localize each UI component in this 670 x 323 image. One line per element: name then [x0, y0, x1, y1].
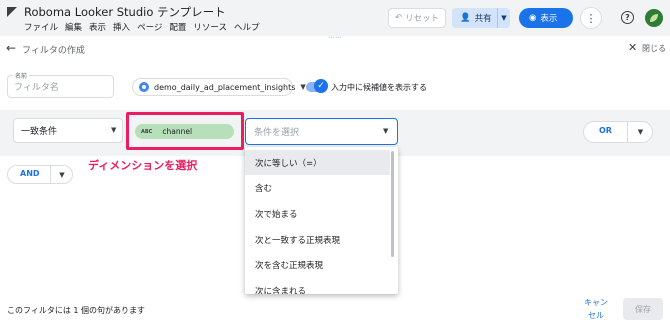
chevron-down-icon: ▼	[501, 14, 507, 22]
operator-placeholder: 条件を選択	[254, 128, 300, 138]
chevron-down-icon: ▼	[59, 170, 65, 179]
cancel-button[interactable]: キャンセル	[583, 296, 609, 322]
list-item[interactable]: 次と一致する正規表現	[245, 227, 390, 252]
operator-dropdown: 次に等しい（=） 含む 次で始まる 次と一致する正規表現 次を含む正規表現 次に…	[245, 147, 398, 294]
chevron-down-icon: ▼	[637, 128, 644, 136]
report-title[interactable]: Roboma Looker Studio テンプレート	[24, 4, 226, 20]
chevron-down-icon: ▼	[111, 126, 117, 134]
list-item[interactable]: 次を含む正規表現	[245, 252, 390, 277]
menu-arrange[interactable]: 配置	[169, 21, 186, 33]
list-item[interactable]: 次で始まる	[245, 201, 390, 226]
chevron-down-icon: ▼	[383, 127, 389, 135]
suggestions-toggle-label: 入力中に候補値を表示する	[331, 83, 427, 92]
more-options-button[interactable]: ⋮	[580, 7, 602, 29]
dropdown-scrollbar[interactable]	[391, 151, 394, 257]
close-icon[interactable]: ✕	[628, 41, 637, 54]
help-icon[interactable]: ?	[621, 11, 634, 24]
or-label[interactable]: OR	[599, 126, 612, 135]
panel-title: フィルタの作成	[22, 46, 85, 56]
highlight-annotation-box	[126, 112, 244, 150]
add-person-icon: 👤	[460, 13, 471, 23]
filter-name-label: 名前	[13, 71, 30, 80]
list-item[interactable]: 次に含まれる	[245, 278, 390, 295]
match-type-select[interactable]: 一致条件	[13, 118, 123, 143]
undo-icon: ↶	[395, 13, 403, 23]
save-button[interactable]: 保存	[623, 298, 663, 320]
data-source-icon	[139, 82, 149, 92]
toggle-check-icon[interactable]: ✓	[314, 79, 328, 93]
data-source-name: demo_daily_ad_placement_insights	[154, 82, 296, 92]
list-item[interactable]: 含む	[245, 175, 390, 200]
share-menu-button[interactable]: ▼	[497, 8, 510, 28]
reset-button[interactable]: ↶ リセット	[388, 8, 446, 28]
looker-studio-logo-icon	[7, 7, 17, 17]
view-label: 表示	[540, 14, 558, 24]
clause-count: このフィルタには 1 個の句があります	[7, 306, 146, 315]
reset-label: リセット	[405, 14, 440, 24]
eye-icon: ◉	[529, 13, 537, 23]
avatar[interactable]	[645, 9, 663, 27]
or-menu-button[interactable]: ▼	[627, 121, 653, 143]
more-vert-icon: ⋮	[585, 11, 597, 25]
and-menu-button[interactable]: ▼	[50, 165, 73, 184]
close-button[interactable]: 閉じる	[642, 43, 666, 54]
chevron-down-icon: ▼	[300, 83, 306, 91]
annotation-text: ディメンションを選択	[88, 159, 198, 172]
list-item[interactable]: 次に等しい（=）	[245, 150, 390, 175]
drag-handle[interactable]: ⋯⋯	[328, 34, 342, 41]
and-label[interactable]: AND	[20, 169, 40, 178]
filter-name-placeholder: フィルタ名	[14, 83, 59, 93]
view-button[interactable]: ◉ 表示	[519, 8, 573, 28]
menu-view[interactable]: 表示	[89, 21, 106, 33]
menu-help[interactable]: ヘルプ	[234, 21, 260, 33]
data-source-selector[interactable]: demo_daily_ad_placement_insights ▼	[132, 78, 306, 96]
match-type-value: 一致条件	[21, 127, 58, 137]
menu-file[interactable]: ファイル	[24, 21, 58, 33]
menu-insert[interactable]: 挿入	[113, 21, 130, 33]
leaf-icon	[650, 14, 658, 22]
menu-edit[interactable]: 編集	[65, 21, 82, 33]
menu-bar: ファイル 編集 表示 挿入 ページ 配置 リソース ヘルプ	[24, 21, 260, 33]
share-label: 共有	[474, 14, 492, 24]
back-arrow-icon[interactable]: ←	[6, 41, 16, 55]
menu-resource[interactable]: リソース	[193, 21, 227, 33]
menu-page[interactable]: ページ	[137, 21, 162, 33]
operator-select[interactable]: 条件を選択	[245, 118, 398, 145]
